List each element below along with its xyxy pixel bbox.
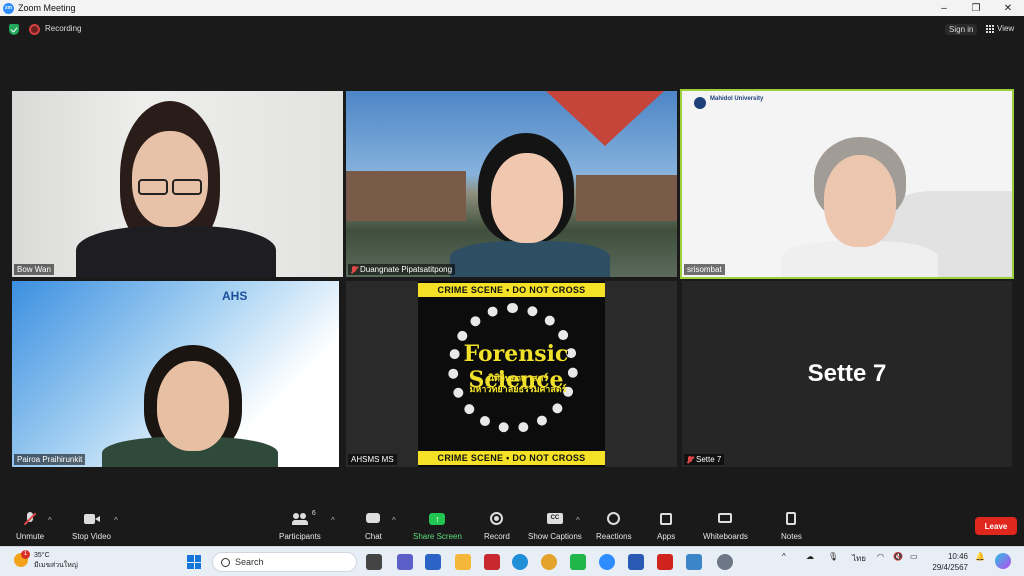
mic-off-icon — [22, 512, 38, 526]
sign-in-button[interactable]: Sign in — [945, 24, 978, 35]
video-tile-sette[interactable]: Sette 7 Sette 7 — [682, 281, 1012, 467]
reactions-button[interactable]: Reactions — [596, 512, 632, 541]
acrobat-icon[interactable] — [657, 554, 673, 570]
whiteboards-button[interactable]: Whiteboards — [703, 512, 748, 541]
record-button[interactable]: Record — [484, 512, 510, 541]
leave-button[interactable]: Leave — [975, 517, 1017, 535]
file-explorer-icon[interactable] — [455, 554, 471, 570]
mic-muted-icon — [351, 265, 357, 274]
copilot-icon[interactable] — [995, 553, 1011, 569]
video-tile-srisombat[interactable]: Mahidol University srisombat — [680, 89, 1014, 279]
crime-scene-tape-bottom: CRIME SCENE • DO NOT CROSS — [418, 451, 605, 465]
share-screen-icon: ↑ — [429, 512, 446, 526]
apps-icon — [658, 512, 674, 526]
stop-video-button[interactable]: Stop Video — [72, 512, 111, 541]
whiteboard-icon — [717, 512, 733, 526]
participant-name-label: srisombat — [684, 264, 725, 275]
language-indicator[interactable]: ไทย — [852, 552, 866, 565]
poster-subtitle: นิติวิทยาศาสตร์ มหาวิทยาลัยธรรมศาสตร์ — [469, 373, 567, 394]
minimize-button[interactable]: – — [928, 0, 960, 16]
close-button[interactable]: ✕ — [992, 0, 1024, 16]
chat-bubble-icon — [365, 512, 381, 526]
task-view-icon[interactable] — [366, 554, 382, 570]
notification-bell-icon[interactable]: 🔔 — [975, 552, 985, 561]
video-tile-pairoa[interactable]: AHS Pairoa Praihirunkit — [12, 281, 339, 467]
participant-video — [12, 91, 343, 277]
battery-icon[interactable]: ▭ — [910, 552, 918, 561]
video-tile-bow-wan[interactable]: Bow Wan — [12, 91, 343, 277]
show-captions-button[interactable]: CC Show Captions — [528, 512, 582, 541]
edge-icon[interactable] — [512, 554, 528, 570]
participants-count: 6 — [311, 510, 316, 517]
teams-icon[interactable] — [397, 554, 413, 570]
video-options-caret[interactable]: ^ — [114, 516, 118, 525]
chat-button[interactable]: Chat — [365, 512, 382, 541]
notes-icon — [783, 512, 799, 526]
taskbar-search[interactable]: Search — [212, 552, 357, 572]
view-button[interactable]: View — [986, 24, 1014, 33]
weather-widget[interactable]: 1 35°C มีเมฆส่วนใหญ่ — [14, 550, 78, 571]
captions-options-caret[interactable]: ^ — [576, 516, 580, 525]
window-title-bar: zm Zoom Meeting – ❐ ✕ — [0, 0, 1024, 16]
line-icon[interactable] — [570, 554, 586, 570]
zoom-app-icon: zm — [3, 2, 14, 14]
participants-options-caret[interactable]: ^ — [331, 516, 335, 525]
recording-icon — [29, 24, 40, 35]
tray-chevron-icon[interactable]: ^ — [782, 552, 786, 561]
participant-name-label: AHSMS MS — [348, 454, 397, 465]
participant-video — [346, 91, 677, 277]
participants-icon: 6 — [291, 510, 316, 526]
volume-muted-icon[interactable]: 🔇 — [893, 552, 903, 561]
view-label: View — [997, 24, 1015, 33]
participant-name-label: Pairoa Praihirunkit — [14, 454, 86, 465]
windows-start-icon[interactable] — [187, 555, 201, 569]
video-tile-duangnate[interactable]: Duangnate Pipatsatitpong — [346, 91, 677, 277]
video-tile-ahsms[interactable]: CRIME SCENE • DO NOT CROSS Forensic Scie… — [346, 281, 677, 467]
share-screen-button[interactable]: ↑ Share Screen — [413, 512, 462, 541]
mcafee-icon[interactable] — [484, 554, 500, 570]
grid-view-icon — [986, 24, 994, 33]
onedrive-cloud-icon[interactable]: ☁ — [806, 552, 814, 561]
meeting-top-bar: Recording Sign in View — [0, 16, 1024, 42]
maximize-button[interactable]: ❐ — [960, 0, 992, 16]
microphone-icon[interactable]: 🎙 — [828, 552, 838, 561]
apps-button[interactable]: Apps — [657, 512, 675, 541]
security-shield-icon[interactable] — [9, 24, 19, 35]
video-camera-icon — [83, 512, 100, 526]
snipping-icon[interactable] — [686, 554, 702, 570]
settings-gear-icon[interactable] — [717, 554, 733, 570]
forensic-science-poster: CRIME SCENE • DO NOT CROSS Forensic Scie… — [418, 281, 605, 467]
recording-label: Recording — [45, 24, 82, 33]
chrome-icon[interactable] — [541, 554, 557, 570]
windows-taskbar: 1 35°C มีเมฆส่วนใหญ่ Search ^ ☁ 🎙 ไทย ◠ … — [0, 546, 1024, 576]
window-controls: – ❐ ✕ — [928, 0, 1024, 16]
chat-options-caret[interactable]: ^ — [392, 516, 396, 525]
record-icon — [489, 512, 505, 526]
unmute-button[interactable]: Unmute — [16, 512, 44, 541]
word-icon[interactable] — [628, 554, 644, 570]
participant-display-name: Sette 7 — [807, 360, 887, 387]
wifi-icon[interactable]: ◠ — [877, 552, 884, 561]
window-title: Zoom Meeting — [18, 3, 76, 13]
participant-name-label: Bow Wan — [14, 264, 54, 275]
system-clock[interactable]: 10:46 29/4/2567 — [932, 551, 968, 573]
notes-button[interactable]: Notes — [781, 512, 802, 541]
crime-scene-tape-top: CRIME SCENE • DO NOT CROSS — [418, 283, 605, 297]
participant-name-label: Sette 7 — [684, 454, 725, 465]
store-icon[interactable] — [425, 554, 441, 570]
participant-video — [682, 91, 1012, 277]
participant-video — [12, 281, 339, 467]
mic-muted-icon — [687, 455, 693, 464]
audio-options-caret[interactable]: ^ — [48, 516, 52, 525]
participants-button[interactable]: 6 Participants — [279, 510, 321, 541]
meeting-toolbar: Unmute ^ Stop Video ^ 6 Participants ^ C… — [0, 506, 1024, 546]
zoom-taskbar-icon[interactable] — [599, 554, 615, 570]
smiley-icon — [606, 512, 622, 526]
captions-icon: CC — [546, 512, 563, 526]
participant-name-label: Duangnate Pipatsatitpong — [348, 264, 456, 275]
weather-badge: 1 — [21, 550, 30, 559]
